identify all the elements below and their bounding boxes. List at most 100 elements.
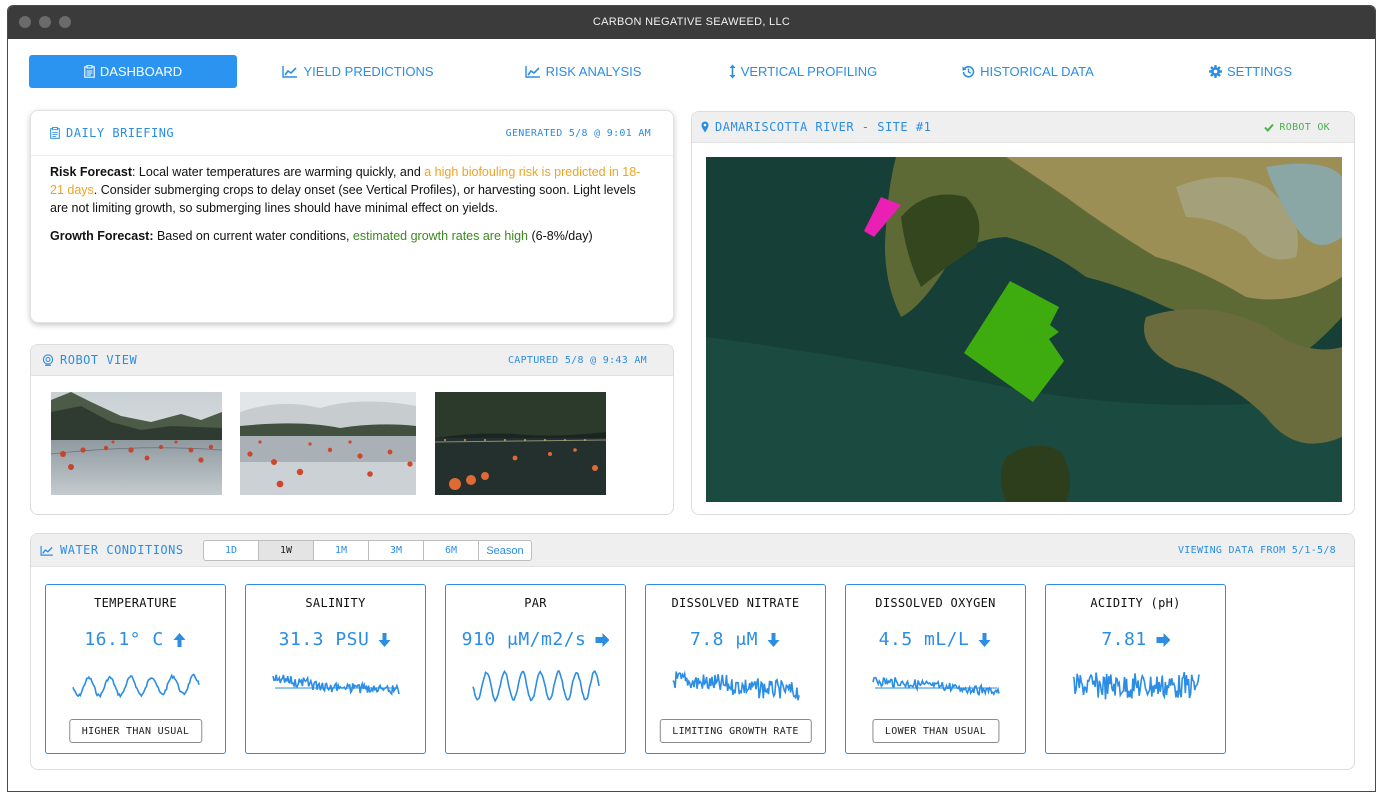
metric-card-salinity[interactable]: SALINITY 31.3 PSU	[245, 584, 426, 754]
metric-card-temperature[interactable]: TEMPERATURE 16.1° C HIGHER THAN USUAL	[45, 584, 226, 754]
daily-briefing-title: DAILY BRIEFING	[66, 126, 175, 140]
tab-historical-data[interactable]: HISTORICAL DATA	[953, 55, 1103, 88]
metric-status-badge: LOWER THAN USUAL	[871, 719, 1000, 743]
metric-value: 16.1° C	[84, 629, 164, 650]
robot-photo-2[interactable]	[240, 392, 416, 495]
sparkline-trace	[272, 674, 400, 696]
map-pin-icon	[701, 121, 709, 133]
line-chart-icon	[40, 545, 53, 556]
history-icon	[962, 65, 975, 78]
briefing-text: Risk Forecast: Local water temperatures …	[50, 163, 650, 255]
growth-forecast: Growth Forecast: Based on current water …	[50, 227, 650, 245]
robot-view-title-wrap: ROBOT VIEW	[42, 345, 137, 375]
tab-risk-analysis[interactable]: RISK ANALYSIS	[513, 55, 653, 88]
title-bar: CARBON NEGATIVE SEAWEED, LLC	[8, 6, 1375, 39]
arrow-up-icon	[173, 632, 186, 647]
arrow-down-icon	[767, 632, 780, 647]
tab-vertical-profiling[interactable]: VERTICAL PROFILING	[723, 55, 883, 88]
sparkline-trace	[472, 669, 600, 703]
metric-sparkline	[472, 669, 600, 703]
sparkline-trace	[872, 676, 1000, 697]
tab-risk-analysis-label: RISK ANALYSIS	[545, 64, 642, 79]
water-conditions-title-wrap: WATER CONDITIONS	[40, 534, 184, 566]
viewing-range-text: VIEWING DATA FROM 5/1-5/8	[1177, 544, 1336, 556]
metric-value: 910 μM/m2/s	[461, 629, 587, 650]
arrow-down-icon	[978, 632, 991, 647]
metric-value: 7.81	[1101, 629, 1147, 650]
tab-dashboard[interactable]: DASHBOARD	[29, 55, 237, 88]
window-title: CARBON NEGATIVE SEAWEED, LLC	[592, 16, 791, 28]
robot-view-captured-time: CAPTURED 5/8 @ 9:43 AM	[507, 354, 647, 366]
range-1m[interactable]: 1M	[314, 541, 369, 560]
metric-card-par[interactable]: PAR 910 μM/m2/s	[445, 584, 626, 754]
metric-title: SALINITY	[305, 596, 366, 610]
time-range-selector: 1D 1W 1M 3M 6M Season	[203, 540, 532, 561]
metric-card-dissolved-oxygen[interactable]: DISSOLVED OXYGEN 4.5 mL/L LOWER THAN USUAL	[845, 584, 1026, 754]
growth-forecast-highlight: estimated growth rates are high	[352, 229, 529, 243]
metric-sparkline	[272, 674, 400, 696]
site-title: DAMARISCOTTA RIVER - SITE #1	[715, 120, 932, 134]
metric-title: ACIDITY (pH)	[1090, 596, 1181, 610]
water-conditions-card: WATER CONDITIONS 1D 1W 1M 3M 6M Season V…	[30, 533, 1355, 770]
robot-status: ROBOT OK	[1264, 112, 1330, 142]
metric-title: TEMPERATURE	[94, 596, 177, 610]
daily-briefing-title-wrap: DAILY BRIEFING	[50, 111, 174, 155]
metric-title: DISSOLVED NITRATE	[671, 596, 800, 610]
clipboard-icon	[50, 127, 60, 139]
range-1w[interactable]: 1W	[259, 541, 314, 560]
metric-status-badge: LIMITING GROWTH RATE	[659, 719, 812, 743]
range-season[interactable]: Season	[479, 541, 531, 560]
line-chart-icon	[282, 66, 298, 78]
tab-yield-predictions-label: YIELD PREDICTIONS	[303, 64, 434, 79]
metric-sparkline	[1072, 671, 1200, 700]
robot-view-title: ROBOT VIEW	[60, 353, 138, 367]
metric-title: DISSOLVED OXYGEN	[875, 596, 996, 610]
metric-value-row: 31.3 PSU	[246, 629, 425, 650]
risk-forecast-text: : Local water temperatures are warming q…	[131, 165, 425, 179]
gear-icon	[1208, 65, 1222, 78]
metric-value-row: 910 μM/m2/s	[446, 629, 625, 650]
growth-forecast-text: Based on current water conditions,	[153, 229, 353, 243]
metric-value-row: 4.5 mL/L	[846, 629, 1025, 650]
robot-photo-3[interactable]	[435, 392, 606, 495]
water-conditions-header: WATER CONDITIONS 1D 1W 1M 3M 6M Season V…	[31, 534, 1354, 567]
risk-forecast-text-2: . Consider submerging crops to delay ons…	[50, 183, 636, 215]
metric-value: 7.8 μM	[689, 629, 759, 650]
metric-value-row: 7.8 μM	[646, 629, 825, 650]
water-conditions-title: WATER CONDITIONS	[60, 543, 184, 557]
arrow-right-icon	[1156, 632, 1170, 647]
risk-forecast: Risk Forecast: Local water temperatures …	[50, 163, 650, 217]
metric-card-dissolved-nitrate[interactable]: DISSOLVED NITRATE 7.8 μM LIMITING GROWTH R…	[645, 584, 826, 754]
tab-yield-predictions[interactable]: YIELD PREDICTIONS	[278, 55, 438, 88]
metric-status-badge: HIGHER THAN USUAL	[68, 719, 203, 743]
robot-view-card: ROBOT VIEW CAPTURED 5/8 @ 9:43 AM	[30, 344, 674, 515]
line-chart-icon	[524, 66, 540, 78]
daily-briefing-header: DAILY BRIEFING GENERATED 5/8 @ 9:01 AM	[31, 111, 673, 156]
metric-sparkline	[872, 676, 1000, 697]
tab-settings[interactable]: SETTINGS	[1203, 55, 1298, 88]
range-1d[interactable]: 1D	[204, 541, 259, 560]
sparkline-trace	[672, 670, 800, 701]
range-3m[interactable]: 3M	[369, 541, 424, 560]
range-6m[interactable]: 6M	[424, 541, 479, 560]
app-window: CARBON NEGATIVE SEAWEED, LLC DASHBOARD Y…	[7, 5, 1376, 792]
metric-card-acidity[interactable]: ACIDITY (pH) 7.81	[1045, 584, 1226, 754]
sparkline-trace	[72, 673, 200, 699]
robot-photo-1[interactable]	[51, 392, 222, 495]
robot-status-label: ROBOT OK	[1279, 121, 1330, 133]
metric-value-row: 16.1° C	[46, 629, 225, 650]
satellite-map[interactable]	[706, 157, 1342, 502]
clipboard-icon	[84, 65, 95, 78]
tab-dashboard-label: DASHBOARD	[99, 64, 183, 79]
growth-forecast-label: Growth Forecast:	[50, 229, 154, 243]
tab-vertical-profiling-label: VERTICAL PROFILING	[740, 64, 878, 79]
site-map-header: DAMARISCOTTA RIVER - SITE #1 ROBOT OK	[692, 112, 1354, 143]
sparkline-trace	[1072, 671, 1200, 700]
metric-value-row: 7.81	[1046, 629, 1225, 650]
metric-value: 31.3 PSU	[278, 629, 370, 650]
metric-title: PAR	[524, 596, 547, 610]
arrow-right-icon	[595, 632, 610, 647]
camera-icon	[42, 354, 54, 366]
daily-briefing-card: DAILY BRIEFING GENERATED 5/8 @ 9:01 AM R…	[30, 110, 674, 323]
metric-sparkline	[672, 670, 800, 701]
